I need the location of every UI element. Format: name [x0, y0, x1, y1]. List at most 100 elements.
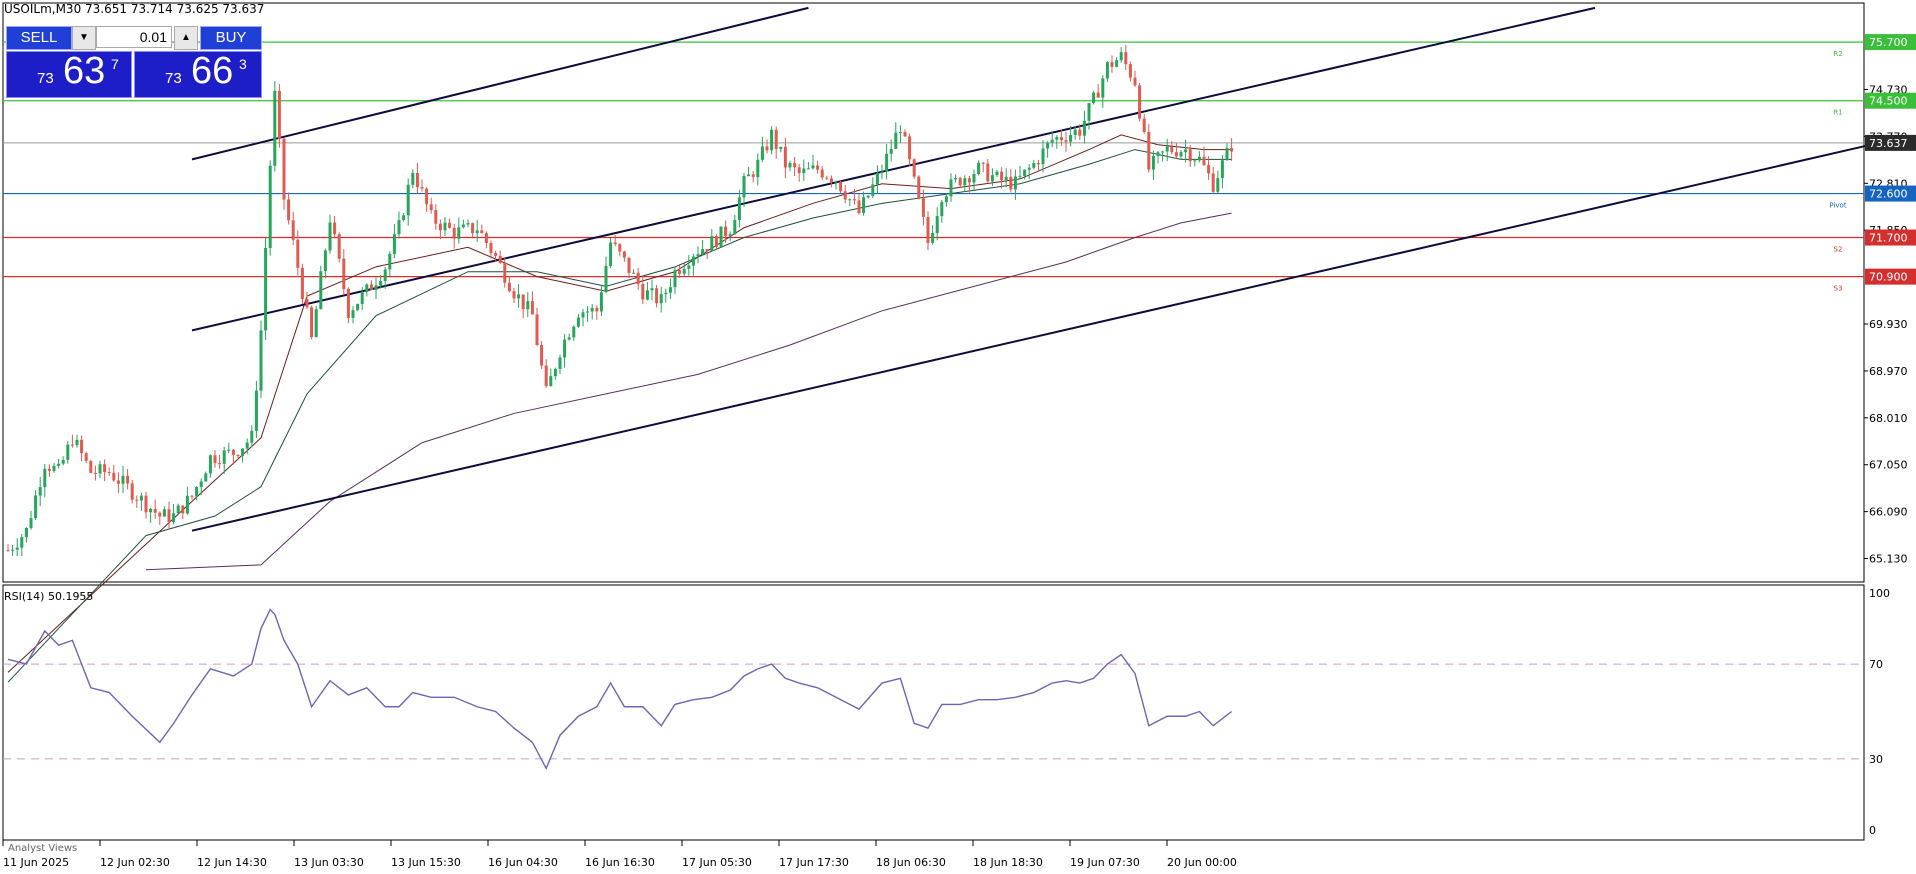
candle-body [328, 222, 332, 251]
candle-body [751, 174, 755, 178]
candle-body [1032, 163, 1036, 168]
candle-body [38, 487, 42, 496]
candle-body [107, 472, 111, 474]
candle-body [581, 312, 585, 318]
candle-body [728, 234, 732, 237]
rsi-tick-label: 70 [1869, 658, 1883, 671]
candle-body [1064, 140, 1068, 142]
candle-body [264, 248, 268, 331]
candle-body [1018, 175, 1022, 177]
candle-body [1092, 92, 1096, 104]
candle-body [434, 210, 438, 224]
candle-body [250, 430, 254, 443]
candle-body [1004, 176, 1008, 180]
candle-body [917, 176, 921, 199]
candle-body [420, 187, 424, 189]
candle-body [958, 178, 962, 186]
candle-body [1115, 60, 1119, 67]
triangle-up-icon: ▲ [181, 32, 191, 43]
candle-body [834, 181, 838, 183]
candle-body [66, 444, 70, 460]
candle-body [20, 537, 24, 548]
candle-body [553, 368, 557, 377]
candle-body [241, 448, 245, 456]
time-tick-label: 17 Jun 05:30 [682, 856, 752, 869]
candle-body [990, 175, 994, 182]
candle-body [1147, 131, 1151, 170]
candle-body [80, 439, 84, 454]
candle-body [1230, 147, 1234, 152]
candle-body [820, 169, 824, 178]
lot-down-button[interactable]: ▼ [72, 26, 96, 50]
candle-body [935, 216, 939, 234]
candle-body [1000, 171, 1004, 180]
candle-body [898, 132, 902, 134]
candle-body [825, 177, 829, 179]
candle-body [526, 301, 530, 310]
candle-body [181, 505, 185, 514]
candle-body [963, 178, 967, 186]
candle-body [586, 311, 590, 313]
candle-body [940, 202, 944, 217]
candle-body [912, 159, 916, 177]
price-tick-label: 68.970 [1869, 365, 1908, 378]
buy-price-big: 66 [191, 50, 234, 92]
candle-body [342, 258, 346, 290]
candle-body [1211, 173, 1215, 192]
candle-body [668, 287, 672, 293]
sell-button[interactable]: SELL [6, 26, 72, 50]
price-tick-label: 67.050 [1869, 459, 1908, 472]
candle-body [1119, 52, 1123, 61]
candle-body [1023, 169, 1027, 176]
candle-body [1110, 62, 1114, 67]
candle-body [1197, 156, 1201, 161]
lot-size-input[interactable] [96, 26, 172, 48]
level-price-label: 74.500 [1869, 95, 1908, 108]
candle-body [195, 486, 199, 497]
candle-body [300, 267, 304, 299]
candle-body [222, 450, 226, 464]
sell-price-button[interactable]: 73 63 7 [6, 50, 132, 98]
candle-body [75, 439, 79, 446]
rsi-label: RSI(14) 50.1955 [4, 590, 94, 603]
candle-body [149, 508, 153, 513]
candle-body [351, 310, 355, 318]
candle-body [995, 171, 999, 176]
candle-body [521, 294, 525, 310]
candle-body [135, 499, 139, 501]
candle-body [1059, 137, 1063, 141]
candle-body [1133, 77, 1137, 86]
candle-body [701, 249, 705, 255]
candle-body [770, 129, 774, 151]
candle-body [461, 224, 465, 228]
candle-body [47, 468, 51, 471]
candle-body [369, 284, 373, 290]
candle-body [388, 253, 392, 270]
candle-body [903, 132, 907, 137]
level-tag: S2 [1834, 246, 1843, 254]
main-pane [2, 2, 1865, 583]
candle-body [112, 472, 116, 481]
buy-price-button[interactable]: 73 66 3 [134, 50, 262, 98]
candle-body [632, 272, 636, 274]
candle-body [540, 345, 544, 366]
candle-body [1013, 176, 1017, 190]
current-price-label: 73.637 [1869, 137, 1908, 150]
candle-body [1174, 152, 1178, 157]
candle-body [84, 453, 88, 461]
candle-body [448, 222, 452, 228]
candle-body [1202, 156, 1206, 166]
rsi-pane [2, 584, 1865, 841]
candle-body [627, 257, 631, 273]
candle-body [659, 294, 663, 304]
candle-body [857, 200, 861, 214]
lot-up-button[interactable]: ▲ [174, 26, 198, 50]
buy-button[interactable]: BUY [200, 26, 262, 50]
candle-body [443, 222, 447, 231]
candle-body [411, 172, 415, 185]
candle-body [622, 251, 626, 258]
candle-body [737, 197, 741, 221]
candle-body [1041, 148, 1045, 165]
analyst-views-label: Analyst Views [8, 843, 78, 854]
level-tag: S3 [1834, 285, 1843, 293]
